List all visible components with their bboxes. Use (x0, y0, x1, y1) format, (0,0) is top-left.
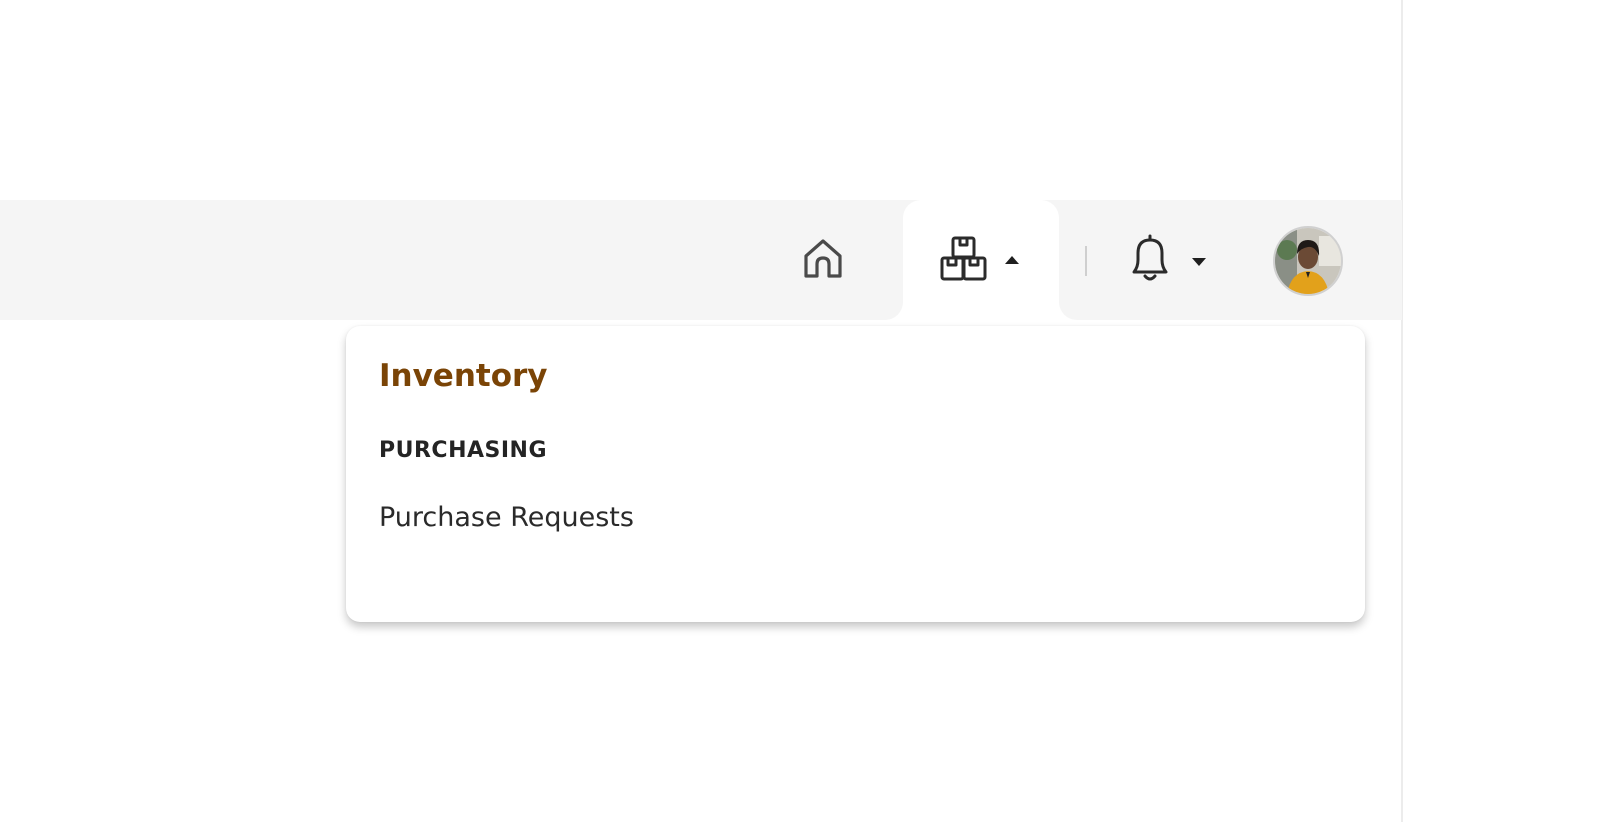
home-icon (804, 239, 842, 278)
boxes-icon (940, 236, 987, 281)
section-heading-purchasing: PURCHASING (379, 438, 548, 463)
home-nav-button[interactable] (798, 234, 848, 284)
app-frame: Inventory PURCHASING Purchase Requests (0, 0, 1403, 822)
caret-up-icon (1005, 256, 1019, 264)
inventory-dropdown-menu: Inventory PURCHASING Purchase Requests (346, 326, 1365, 622)
user-avatar[interactable] (1273, 226, 1343, 296)
menu-item-purchase-requests[interactable]: Purchase Requests (379, 502, 634, 533)
bell-icon (1132, 234, 1168, 281)
dropdown-title: Inventory (379, 358, 548, 394)
nav-divider (1085, 246, 1087, 276)
avatar-photo (1275, 228, 1341, 294)
inventory-nav-tab[interactable] (903, 200, 1059, 320)
notifications-nav-button[interactable] (1126, 234, 1226, 290)
caret-down-icon (1192, 258, 1206, 266)
